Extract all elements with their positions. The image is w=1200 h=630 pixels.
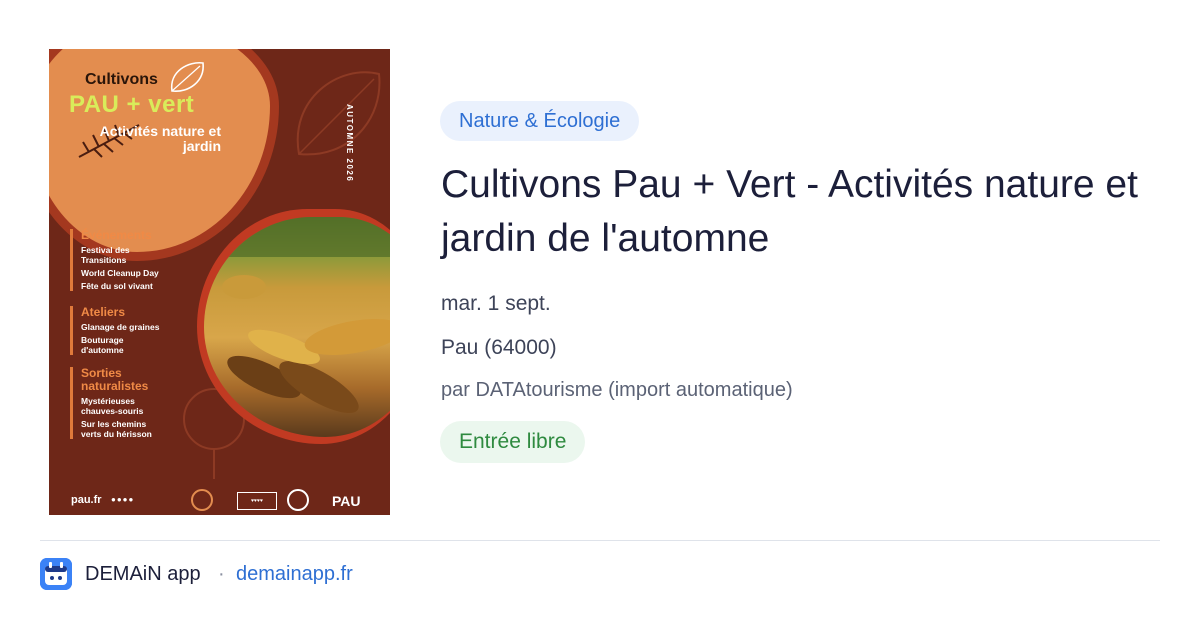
category-badge[interactable]: Nature & Écologie (440, 101, 640, 141)
app-name: DEMAiN app (85, 563, 201, 585)
poster-badge-icon (287, 489, 309, 511)
leaf-decoration-icon (296, 71, 381, 156)
poster-subtitle: Activités nature et jardin (99, 123, 221, 154)
poster-section-item: Glanage de graines (81, 322, 160, 332)
poster-section-outings: Sorties naturalistes Mystérieuses chauve… (70, 367, 161, 439)
poster-section-heading: Ateliers (81, 305, 126, 319)
poster-section-heading: Sorties naturalistes (81, 366, 149, 393)
event-date: mar. 1 sept. (441, 292, 551, 315)
poster-season: AUTOMNE 2026 (345, 104, 354, 183)
poster-section-item: World Cleanup Day (81, 268, 159, 278)
event-organizer: par DATAtourisme (import automatique) (441, 379, 793, 401)
social-icons: ●●●● (111, 495, 135, 504)
poster-footer-url: pau.fr (71, 494, 102, 506)
poster-section-item: Bouturage d'automne (81, 335, 124, 355)
footer-separator: · (218, 563, 225, 585)
poster-title-line2: PAU + vert (69, 91, 195, 118)
event-location: Pau (64000) (441, 336, 557, 359)
poster-section-item: Sur les chemins verts du hérisson (81, 419, 152, 439)
event-title[interactable]: Cultivons Pau + Vert - Activités nature … (441, 158, 1161, 266)
poster-section-item: Fête du sol vivant (81, 281, 153, 291)
poster-section-item: Mystérieuses chauves-souris (81, 396, 144, 416)
app-url-link[interactable]: demainapp.fr (236, 563, 353, 586)
event-poster-image[interactable]: Cultivons PAU + vert Activités nature et… (49, 49, 390, 515)
poster-section-item: Festival des Transitions (81, 245, 130, 265)
poster-section-heading: Événements (81, 228, 152, 242)
poster-label-icon: ♥♥♥♥ (237, 492, 277, 510)
poster-title-line1: Cultivons (85, 71, 158, 88)
app-logo-icon[interactable] (40, 558, 72, 590)
price-badge: Entrée libre (440, 421, 586, 463)
poster-section-events: Événements Festival des Transitions Worl… (70, 229, 159, 291)
footer-divider (40, 540, 1160, 541)
poster-footer-logo: PAU (332, 493, 361, 509)
poster-badge-icon (191, 489, 213, 511)
poster-leaf-icon (171, 62, 204, 92)
poster-section-workshops: Ateliers Glanage de graines Bouturage d'… (70, 306, 159, 355)
